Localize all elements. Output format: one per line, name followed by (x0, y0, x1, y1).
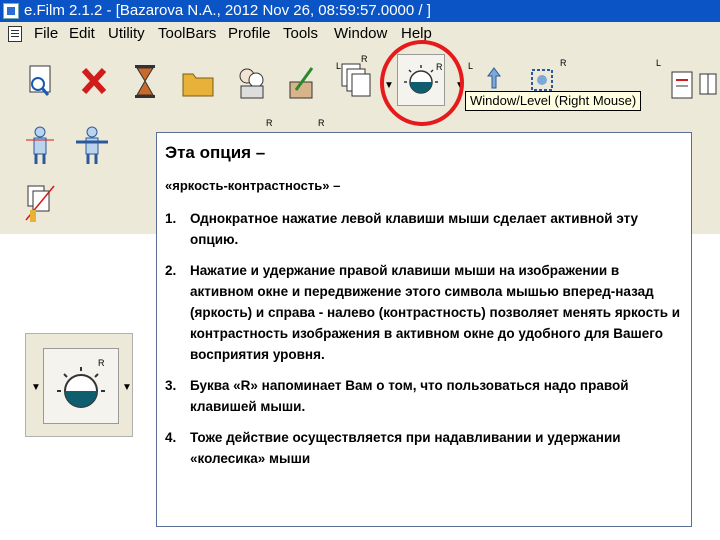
search-study-button[interactable] (22, 62, 58, 106)
window-level-tooltip: Window/Level (Right Mouse) (465, 91, 642, 111)
report-button[interactable] (664, 66, 700, 110)
people-icon (239, 68, 264, 99)
search-study-icon (29, 65, 51, 96)
list-text: Однократное нажатие левой клавиши мыши с… (190, 211, 639, 247)
close-study-button[interactable] (76, 62, 112, 106)
l-label-2: L (468, 61, 474, 71)
l-label-3: L (656, 58, 662, 68)
list-item: 2. Нажатие и удержание правой клавиши мы… (165, 260, 685, 365)
list-text: Буква «R» напоминает Вам о том, что поль… (190, 378, 629, 414)
paint-icon (289, 67, 314, 99)
instruction-list: 1. Однократное нажатие левой клавиши мыш… (165, 208, 685, 479)
popup-subtitle: «яркость-контрастность» – (165, 178, 341, 193)
list-number: 1. (165, 211, 177, 226)
annotate-button[interactable] (284, 62, 320, 106)
list-number: 3. (165, 378, 177, 393)
patients-button[interactable] (233, 62, 269, 106)
r-label: R (361, 54, 368, 64)
series-stack-icon (25, 185, 55, 222)
human-figure-icon (26, 126, 54, 164)
body-front-button[interactable] (22, 124, 58, 168)
window-level-button-enlarged (43, 348, 119, 424)
report-icon (671, 71, 693, 99)
hourglass-button[interactable] (127, 62, 163, 106)
hourglass-icon (135, 65, 155, 98)
popup-title: Эта опция – (165, 143, 266, 162)
window-title: e.Film 2.1.2 - [Bazarova N.A., 2012 Nov … (24, 2, 431, 19)
menu-toolbars[interactable]: ToolBars (158, 22, 216, 46)
grid-icon (699, 73, 717, 95)
layout-button[interactable] (696, 68, 720, 112)
list-number: 2. (165, 263, 177, 278)
list-item: 1. Однократное нажатие левой клавиши мыш… (165, 208, 685, 250)
folder-icon (182, 73, 214, 97)
open-folder-button[interactable] (180, 62, 216, 106)
brightness-contrast-icon (57, 367, 105, 408)
title-bar: e.Film 2.1.2 - [Bazarova N.A., 2012 Nov … (0, 0, 720, 22)
menu-edit[interactable]: Edit (69, 22, 95, 46)
list-text: Тоже действие осуществляется при надавли… (190, 430, 621, 466)
app-icon[interactable] (3, 3, 19, 19)
document-icon[interactable] (8, 26, 22, 42)
highlight-circle (380, 40, 464, 126)
list-number: 4. (165, 430, 177, 445)
menu-utility[interactable]: Utility (108, 22, 145, 46)
human-figure-icon (76, 126, 108, 164)
l-label: L (336, 61, 342, 71)
r-label-4: R (266, 118, 273, 128)
dropdown-arrow-icon: ▼ (31, 382, 41, 393)
r-label-5: R (318, 118, 325, 128)
menu-profile[interactable]: Profile (228, 22, 271, 46)
menu-file[interactable]: File (34, 22, 58, 46)
explanation-popup: Эта опция – «яркость-контрастность» – 1.… (156, 132, 692, 527)
menu-bar: File Edit Utility ToolBars Profile Tools… (0, 22, 720, 46)
r-label-inset: R (98, 358, 105, 368)
r-label-3: R (560, 58, 567, 68)
window-level-inset: ▼ R ▼ (25, 333, 133, 437)
list-item: 4. Тоже действие осуществляется при нада… (165, 427, 685, 469)
list-item: 3. Буква «R» напоминает Вам о том, что п… (165, 375, 685, 417)
dropdown-arrow-icon: ▼ (122, 382, 132, 393)
menu-tools[interactable]: Tools (283, 22, 318, 46)
close-icon (81, 67, 107, 95)
series-stack-button[interactable] (22, 182, 58, 226)
menu-window[interactable]: Window (334, 22, 387, 46)
list-text: Нажатие и удержание правой клавиши мыши … (190, 263, 681, 362)
body-arms-button[interactable] (74, 124, 110, 168)
